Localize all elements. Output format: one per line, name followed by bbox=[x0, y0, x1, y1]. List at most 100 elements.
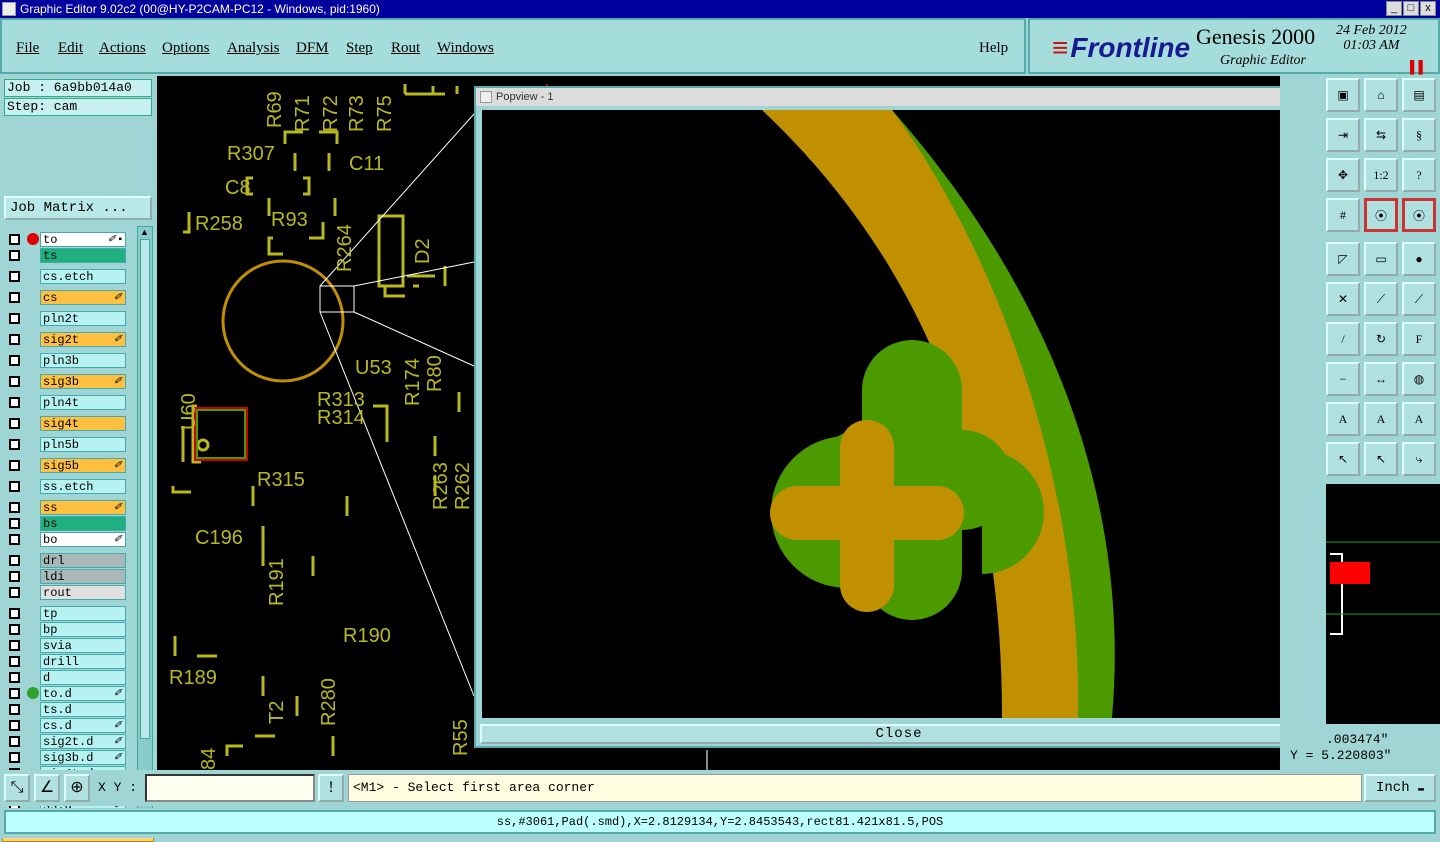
font-icon[interactable]: F bbox=[1402, 322, 1436, 356]
menu-dfm[interactable]: DFM bbox=[296, 40, 329, 57]
layer-checkbox[interactable] bbox=[9, 608, 20, 619]
layer-row-bp[interactable]: bp bbox=[4, 622, 126, 637]
select2-icon[interactable]: ↖ bbox=[1364, 442, 1398, 476]
layer-row-svia[interactable]: svia bbox=[4, 638, 126, 653]
snap-icon[interactable]: ⦿ bbox=[1364, 198, 1398, 232]
layer-row-sig5b[interactable]: sig5b ✐ bbox=[4, 458, 126, 473]
layer-checkbox[interactable] bbox=[9, 481, 20, 492]
snake-icon[interactable]: § bbox=[1402, 118, 1436, 152]
layer-row-d[interactable]: d bbox=[4, 670, 126, 685]
popview-viewport[interactable] bbox=[482, 110, 1286, 718]
menu-rout[interactable]: Rout bbox=[391, 40, 420, 57]
xy-input[interactable] bbox=[145, 774, 315, 802]
close-window-button[interactable]: x bbox=[1420, 1, 1436, 16]
layer-checkbox[interactable] bbox=[9, 587, 20, 598]
layer-checkbox[interactable] bbox=[9, 418, 20, 429]
layer-checkbox[interactable] bbox=[9, 571, 20, 582]
menu-file[interactable]: File bbox=[16, 40, 39, 57]
layer-row-ldi[interactable]: ldi bbox=[4, 569, 126, 584]
layer-checkbox[interactable] bbox=[9, 534, 20, 545]
layer-name[interactable]: d bbox=[40, 670, 126, 685]
layer-name[interactable]: tp bbox=[40, 606, 126, 621]
layer-name[interactable]: ss.etch bbox=[40, 479, 126, 494]
layer-row-to-d[interactable]: to.d ✐ bbox=[4, 686, 126, 701]
layer-checkbox[interactable] bbox=[9, 502, 20, 513]
alert-icon[interactable]: ! bbox=[318, 774, 344, 802]
menu-help[interactable]: Help bbox=[979, 40, 1008, 57]
layer-row-sig2t-d[interactable]: sig2t.d ✐ bbox=[4, 734, 126, 749]
shapes-icon[interactable]: ◍ bbox=[1402, 362, 1436, 396]
save-icon[interactable]: ▣ bbox=[1326, 78, 1360, 112]
layer-row-pln3b[interactable]: pln3b bbox=[4, 353, 126, 368]
menu-step[interactable]: Step bbox=[346, 40, 373, 57]
layer-name[interactable]: pln4t bbox=[40, 395, 126, 410]
dimension-icon[interactable]: ↔ bbox=[1364, 362, 1398, 396]
layer-checkbox[interactable] bbox=[9, 313, 20, 324]
zoom-box-icon[interactable]: ⤡ bbox=[4, 774, 30, 802]
menu-analysis[interactable]: Analysis bbox=[227, 40, 280, 57]
scroll-thumb[interactable] bbox=[140, 239, 150, 739]
grid-icon[interactable]: # bbox=[1326, 198, 1360, 232]
scale-icon[interactable]: 1:2 bbox=[1364, 158, 1398, 192]
layer-checkbox[interactable] bbox=[9, 376, 20, 387]
route-icon[interactable]: ⤷ bbox=[1402, 442, 1436, 476]
line-pad-icon[interactable]: ⟋ bbox=[1364, 282, 1398, 316]
maximize-button[interactable]: □ bbox=[1403, 1, 1419, 16]
layer-checkbox[interactable] bbox=[9, 355, 20, 366]
layer-checkbox[interactable] bbox=[9, 460, 20, 471]
layer-scrollbar[interactable]: ▲ ▼ bbox=[137, 226, 153, 820]
layer-row-sig4t[interactable]: sig4t bbox=[4, 416, 126, 431]
layer-row-ts[interactable]: ts bbox=[4, 248, 126, 263]
layer-name[interactable]: drill bbox=[40, 654, 126, 669]
measure-angle-icon[interactable]: ◸ bbox=[1326, 242, 1360, 276]
text-a2-icon[interactable]: A bbox=[1364, 402, 1398, 436]
layer-checkbox[interactable] bbox=[9, 752, 20, 763]
layer-name[interactable]: sig4t bbox=[40, 416, 126, 431]
snap2-icon[interactable]: ⦿ bbox=[1402, 198, 1436, 232]
forward-icon[interactable]: ⇥ bbox=[1326, 118, 1360, 152]
layer-name[interactable]: drl bbox=[40, 553, 126, 568]
layer-checkbox[interactable] bbox=[9, 656, 20, 667]
layer-checkbox[interactable] bbox=[9, 704, 20, 715]
measure-icon[interactable]: ∠ bbox=[34, 774, 60, 802]
draw-line-icon[interactable]: / bbox=[1326, 322, 1360, 356]
swap-icon[interactable]: ⇆ bbox=[1364, 118, 1398, 152]
text-a-icon[interactable]: A bbox=[1326, 402, 1360, 436]
pad-icon[interactable]: ● bbox=[1402, 242, 1436, 276]
layer-name[interactable]: ldi bbox=[40, 569, 126, 584]
text-a3-icon[interactable]: A bbox=[1402, 402, 1436, 436]
layer-name[interactable]: pln3b bbox=[40, 353, 126, 368]
layer-checkbox[interactable] bbox=[9, 234, 20, 245]
pause-icon[interactable]: ▌▌ bbox=[1410, 60, 1427, 75]
layer-checkbox[interactable] bbox=[9, 439, 20, 450]
popview-window[interactable]: Popview - 1 x Close bbox=[474, 86, 1324, 748]
layer-checkbox[interactable] bbox=[9, 672, 20, 683]
layer-checkbox[interactable] bbox=[9, 397, 20, 408]
layer-row-rout[interactable]: rout bbox=[4, 585, 126, 600]
layer-checkbox[interactable] bbox=[9, 720, 20, 731]
layer-row-cs-d[interactable]: cs.d ✐ bbox=[4, 718, 126, 733]
scroll-up-icon[interactable]: ▲ bbox=[140, 227, 149, 237]
layer-row-sig3b-d[interactable]: sig3b.d ✐ bbox=[4, 750, 126, 765]
layer-row-cs[interactable]: cs ✐ bbox=[4, 290, 126, 305]
layer-row-ss-etch[interactable]: ss.etch bbox=[4, 479, 126, 494]
layer-checkbox[interactable] bbox=[9, 518, 20, 529]
layer-row-drill[interactable]: drill bbox=[4, 654, 126, 669]
layer-row-sig2t[interactable]: sig2t ✐ bbox=[4, 332, 126, 347]
home-icon[interactable]: ⌂ bbox=[1364, 78, 1398, 112]
menu-edit[interactable]: Edit bbox=[58, 40, 83, 57]
layer-name[interactable]: svia bbox=[40, 638, 126, 653]
layer-name[interactable]: bs bbox=[40, 516, 126, 531]
layer-row-to[interactable]: to ✐ ▪ bbox=[4, 232, 126, 247]
popview-close-button[interactable]: Close bbox=[480, 724, 1318, 744]
layer-checkbox[interactable] bbox=[9, 736, 20, 747]
layer-row-ss[interactable]: ss ✐ bbox=[4, 500, 126, 515]
layer-checkbox[interactable] bbox=[9, 555, 20, 566]
layer-row-pln5b[interactable]: pln5b bbox=[4, 437, 126, 452]
layer-row-bs[interactable]: bs bbox=[4, 516, 126, 531]
layer-row-cs-etch[interactable]: cs.etch bbox=[4, 269, 126, 284]
split-icon[interactable]: − bbox=[1326, 362, 1360, 396]
layer-name[interactable]: rout bbox=[40, 585, 126, 600]
menu-actions[interactable]: Actions bbox=[99, 40, 146, 57]
layer-checkbox[interactable] bbox=[9, 640, 20, 651]
